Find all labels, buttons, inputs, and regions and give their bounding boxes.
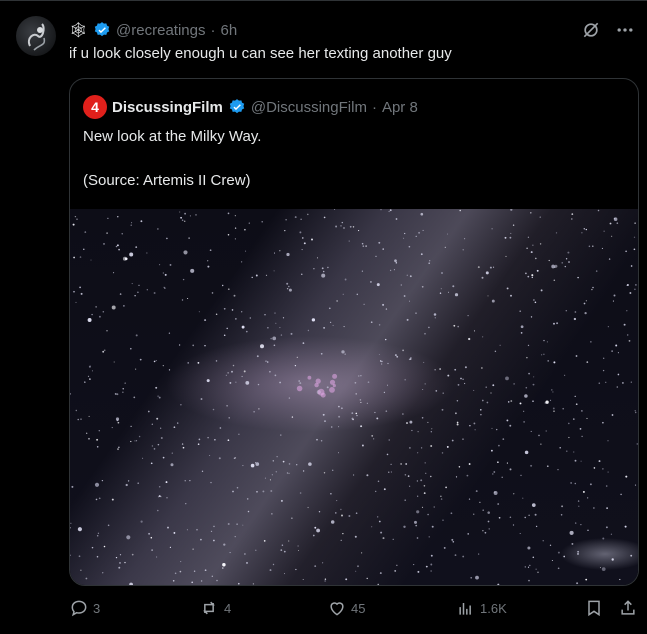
quoted-author-name[interactable]: DiscussingFilm xyxy=(112,99,223,116)
tweet-text: if u look closely enough u can see her t… xyxy=(69,45,452,62)
header-actions xyxy=(581,20,635,40)
grok-icon[interactable] xyxy=(581,20,601,40)
quoted-author-handle[interactable]: @DiscussingFilm xyxy=(251,99,367,116)
reply-count: 3 xyxy=(93,600,101,616)
author-handle[interactable]: @recreatings xyxy=(116,22,205,39)
separator: · xyxy=(371,98,377,116)
web-emoji: 🕸 xyxy=(69,22,89,39)
verified-badge-icon xyxy=(93,21,111,39)
quoted-timestamp[interactable]: Apr 8 xyxy=(382,99,418,116)
views-icon xyxy=(459,603,471,615)
repost-button[interactable]: 4 xyxy=(198,598,231,618)
action-bar: 3 4 45 1.6K xyxy=(0,598,647,622)
share-icon xyxy=(621,600,635,615)
tweet-header: 🕸 @recreatings · 6h xyxy=(69,19,237,41)
star-field xyxy=(70,209,638,585)
milky-way-image[interactable] xyxy=(70,209,638,585)
reply-icon xyxy=(71,600,87,617)
timestamp[interactable]: 6h xyxy=(220,22,237,39)
top-divider xyxy=(0,0,647,1)
like-count: 45 xyxy=(351,600,366,616)
like-button[interactable]: 45 xyxy=(327,598,365,618)
discussingfilm-logo-icon: 4 xyxy=(83,95,107,119)
quoted-tweet[interactable]: 4 DiscussingFilm @DiscussingFilm · Apr 8… xyxy=(69,78,639,586)
separator: · xyxy=(210,21,216,39)
bookmark-button[interactable] xyxy=(584,598,604,618)
quoted-text-line2: (Source: Artemis II Crew) xyxy=(83,172,251,189)
repost-icon xyxy=(203,601,215,615)
heart-icon xyxy=(330,602,344,616)
more-options-icon[interactable] xyxy=(615,20,635,40)
view-count: 1.6K xyxy=(480,600,507,616)
views-button[interactable]: 1.6K xyxy=(456,598,507,618)
quoted-header: 4 DiscussingFilm @DiscussingFilm · Apr 8 xyxy=(83,95,418,119)
avatar[interactable] xyxy=(16,16,56,56)
repost-count: 4 xyxy=(224,600,232,616)
reply-button[interactable]: 3 xyxy=(69,598,100,618)
share-button[interactable] xyxy=(618,598,638,618)
quoted-text-line1: New look at the Milky Way. xyxy=(83,128,262,145)
bookmark-icon xyxy=(588,600,600,617)
verified-badge-icon xyxy=(228,98,246,116)
avatar-art xyxy=(28,23,46,51)
